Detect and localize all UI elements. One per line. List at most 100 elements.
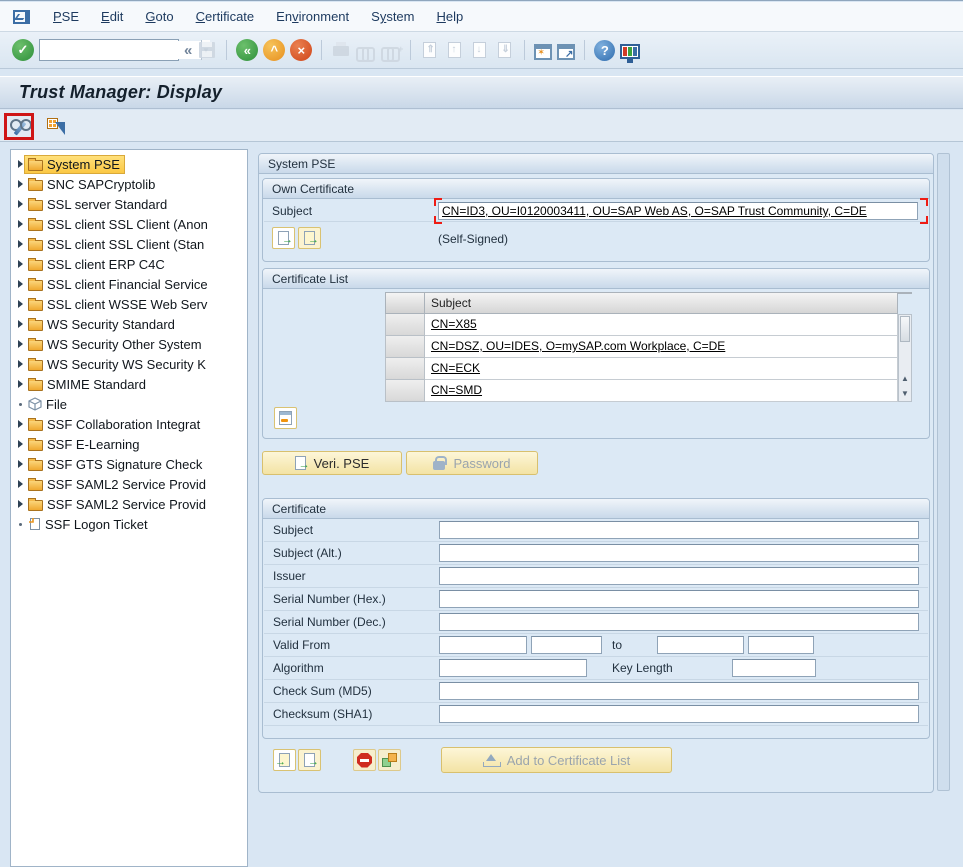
subject-column-header[interactable]: Subject <box>425 292 898 314</box>
new-session-icon[interactable]: ✶ <box>534 44 552 60</box>
row-selector[interactable] <box>385 314 425 336</box>
certificate-link[interactable]: CN=ECK <box>431 361 480 375</box>
save-icon[interactable] <box>197 40 217 60</box>
subject-alt-field[interactable] <box>439 544 919 562</box>
row-selector[interactable] <box>385 380 425 402</box>
folder-icon <box>28 220 43 231</box>
help-icon[interactable]: ? <box>594 40 615 61</box>
import-certificate-file-button[interactable]: → <box>298 749 321 771</box>
import-certificate-button[interactable]: → <box>273 749 296 771</box>
page-up-icon[interactable]: ^ <box>263 39 285 61</box>
menu-certificate[interactable]: Certificate <box>185 5 266 28</box>
previous-page-icon[interactable]: ↑ <box>445 40 465 60</box>
checksum-sha1-field[interactable] <box>439 705 919 723</box>
scroll-down-icon[interactable]: ▼ <box>899 387 911 401</box>
valid-to-time-field[interactable] <box>748 636 814 654</box>
scrollbar-thumb[interactable] <box>900 316 910 342</box>
algorithm-field[interactable] <box>439 659 587 677</box>
find-icon[interactable] <box>356 43 376 63</box>
customize-layout-icon[interactable] <box>620 44 640 59</box>
tree-item-ssl-client-erp-c4c[interactable]: SSL client ERP C4C <box>15 254 247 274</box>
menu-pse[interactable]: PSE <box>42 5 90 28</box>
checksum-md5-field[interactable] <box>439 682 919 700</box>
tree-item-ssf-saml2-2[interactable]: SSF SAML2 Service Provid <box>15 494 247 514</box>
issuer-field[interactable] <box>439 567 919 585</box>
own-subject-field[interactable] <box>438 202 918 220</box>
menu-help[interactable]: Help <box>425 5 474 28</box>
tree-item-ssl-client-standard[interactable]: SSL client SSL Client (Stan <box>15 234 247 254</box>
certificate-link[interactable]: CN=SMD <box>431 383 482 397</box>
to-label: to <box>612 638 622 652</box>
table-row[interactable]: CN=ECK <box>385 358 912 380</box>
valid-from-time-field[interactable] <box>531 636 602 654</box>
certificate-link[interactable]: CN=X85 <box>431 317 477 331</box>
self-signed-note: (Self-Signed) <box>438 232 508 246</box>
selector-column-header[interactable] <box>385 292 425 314</box>
tree-item-ssl-client-wsse[interactable]: SSL client WSSE Web Serv <box>15 294 247 314</box>
scroll-up-icon[interactable]: ▲ <box>899 372 911 386</box>
menu-system[interactable]: System <box>360 5 425 28</box>
response-button[interactable] <box>378 749 401 771</box>
print-icon[interactable] <box>331 40 351 60</box>
tree-item-system-pse[interactable]: System PSE <box>15 154 247 174</box>
tree-item-ws-security-keys[interactable]: WS Security WS Security K <box>15 354 247 374</box>
tree-item-ssf-saml2-1[interactable]: SSF SAML2 Service Provid <box>15 474 247 494</box>
collapse-icon[interactable]: « <box>184 42 192 59</box>
tree-item-ws-security-other[interactable]: WS Security Other System <box>15 334 247 354</box>
delete-row-button[interactable] <box>274 407 297 429</box>
valid-from-date-field[interactable] <box>439 636 527 654</box>
tree-item-file[interactable]: File <box>15 394 247 414</box>
menu-edit[interactable]: Edit <box>90 5 134 28</box>
exit-icon[interactable]: × <box>290 39 312 61</box>
last-page-icon[interactable]: ⇓ <box>495 40 515 60</box>
command-input[interactable] <box>40 41 201 59</box>
subject-field[interactable] <box>439 521 919 539</box>
tree-item-ssf-collaboration[interactable]: SSF Collaboration Integrat <box>15 414 247 434</box>
menu-environment[interactable]: Environment <box>265 5 360 28</box>
table-header-row: Subject <box>385 292 912 314</box>
tree-item-ssl-client-anonymous[interactable]: SSL client SSL Client (Anon <box>15 214 247 234</box>
row-selector[interactable] <box>385 336 425 358</box>
menu-goto[interactable]: Goto <box>134 5 184 28</box>
application-toolbar <box>0 110 963 142</box>
export-certificate-button[interactable]: → <box>272 227 295 249</box>
stop-button[interactable] <box>353 749 376 771</box>
folder-icon <box>28 260 43 271</box>
veri-pse-button[interactable]: → Veri. PSE <box>262 451 402 475</box>
tree-item-ssf-logon-ticket[interactable]: SSF Logon Ticket <box>15 514 247 534</box>
find-next-icon[interactable]: + <box>381 43 401 63</box>
tree-item-smime-standard[interactable]: SMIME Standard <box>15 374 247 394</box>
row-selector[interactable] <box>385 358 425 380</box>
table-row[interactable]: CN=X85 <box>385 314 912 336</box>
tree-item-snc-sapcryptolib[interactable]: SNC SAPCryptolib <box>15 174 247 194</box>
tree-item-ssf-gts[interactable]: SSF GTS Signature Check <box>15 454 247 474</box>
table-row[interactable]: CN=DSZ, OU=IDES, O=mySAP.com Workplace, … <box>385 336 912 358</box>
enter-icon[interactable]: ✓ <box>12 39 34 61</box>
tree-item-ssl-client-financial[interactable]: SSL client Financial Service <box>15 274 247 294</box>
import-icon[interactable] <box>47 118 65 136</box>
table-scrollbar[interactable]: ▲ ▼ <box>898 314 912 402</box>
folder-icon <box>28 480 43 491</box>
command-field[interactable]: ▼ <box>39 39 179 61</box>
add-to-certificate-list-button[interactable]: Add to Certificate List <box>441 747 672 773</box>
valid-to-date-field[interactable] <box>657 636 744 654</box>
table-row[interactable]: CN=SMD <box>385 380 912 402</box>
tree-item-ssl-server-standard[interactable]: SSL server Standard <box>15 194 247 214</box>
control-menu-icon[interactable] <box>13 10 30 24</box>
serial-hex-field[interactable] <box>439 590 919 608</box>
certificate-group-title: Certificate <box>263 499 929 519</box>
create-shortcut-icon[interactable]: ↗ <box>557 44 575 60</box>
export-certificate-icon: → <box>278 231 289 245</box>
vertical-scrollbar[interactable] <box>937 153 950 791</box>
folder-icon <box>28 180 43 191</box>
serial-dec-field[interactable] <box>439 613 919 631</box>
key-length-field[interactable] <box>732 659 816 677</box>
certificate-link[interactable]: CN=DSZ, OU=IDES, O=mySAP.com Workplace, … <box>431 339 725 353</box>
password-button[interactable]: Password <box>406 451 538 475</box>
back-icon[interactable]: « <box>236 39 258 61</box>
tree-item-ssf-elearning[interactable]: SSF E-Learning <box>15 434 247 454</box>
next-page-icon[interactable]: ↓ <box>470 40 490 60</box>
tree-item-ws-security-standard[interactable]: WS Security Standard <box>15 314 247 334</box>
first-page-icon[interactable]: ⇑ <box>420 40 440 60</box>
export-certificate-alt-button[interactable]: → <box>298 227 321 249</box>
